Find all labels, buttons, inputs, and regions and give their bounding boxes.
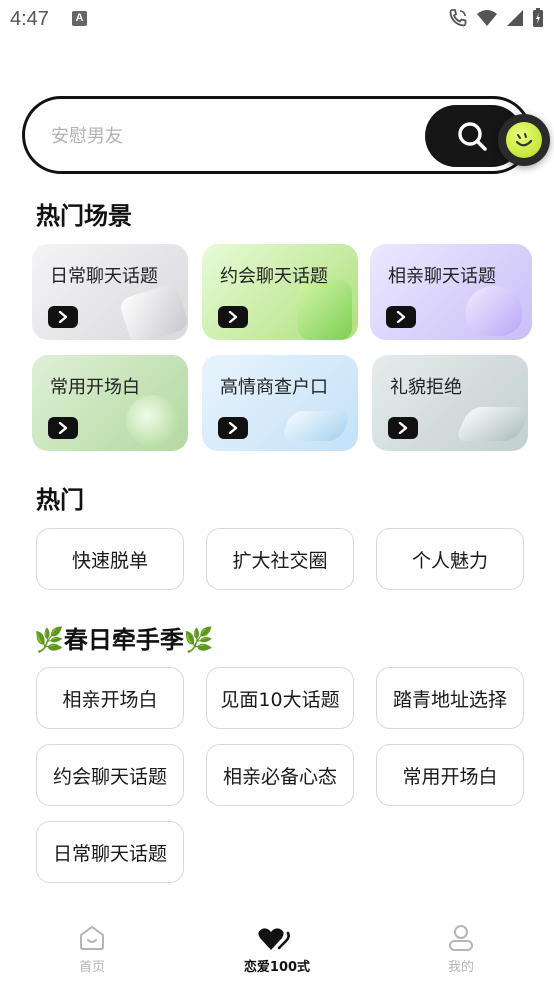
battery-charging-icon <box>533 8 543 27</box>
spring-chip[interactable]: 约会聊天话题 <box>36 744 184 806</box>
scene-card-label: 约会聊天话题 <box>220 266 328 287</box>
scene-card-label: 高情商查户口 <box>220 377 328 398</box>
user-icon <box>449 925 473 951</box>
shapes-decoration <box>454 407 528 441</box>
scene-card-polite-decline[interactable]: 礼貌拒绝 <box>372 355 528 451</box>
status-time: 4:47 <box>10 8 49 30</box>
notification-icon: A <box>72 11 87 26</box>
spring-chip[interactable]: 踏青地址选择 <box>376 667 524 729</box>
arrow-right-icon <box>388 417 418 439</box>
scene-card-daily-chat[interactable]: 日常聊天话题 <box>32 244 188 340</box>
nav-love100[interactable]: 恋爱100式 <box>232 924 322 980</box>
spring-chip[interactable]: 相亲开场白 <box>36 667 184 729</box>
smiley-face-icon <box>506 122 542 158</box>
hearts-icon <box>258 928 290 950</box>
scenes-title: 热门场景 <box>36 202 132 230</box>
arrow-right-icon <box>218 306 248 328</box>
home-icon <box>80 925 104 950</box>
scene-card-label: 礼貌拒绝 <box>390 377 462 398</box>
search-bar <box>22 96 532 174</box>
nav-mine-label: 我的 <box>447 960 474 975</box>
hot-chip[interactable]: 个人魅力 <box>376 528 524 590</box>
chat-bubble-decoration <box>118 281 188 340</box>
scene-card-label: 日常聊天话题 <box>50 266 158 287</box>
status-bar: 4:47 A <box>0 0 554 38</box>
nav-love100-label: 恋爱100式 <box>243 960 311 975</box>
signal-icon <box>507 10 523 26</box>
scene-card-eq-background-check[interactable]: 高情商查户口 <box>202 355 358 451</box>
spring-chip[interactable]: 日常聊天话题 <box>36 821 184 883</box>
nav-home-label: 首页 <box>78 960 105 975</box>
scene-card-opening-lines[interactable]: 常用开场白 <box>32 355 188 451</box>
nav-mine[interactable]: 我的 <box>416 924 506 980</box>
wifi-icon <box>477 10 497 26</box>
scene-card-blind-date-chat[interactable]: 相亲聊天话题 <box>370 244 532 340</box>
bottom-nav: 首页 恋爱100式 我的 <box>0 916 554 984</box>
status-icons <box>448 8 544 28</box>
spring-chip[interactable]: 常用开场白 <box>376 744 524 806</box>
nav-home[interactable]: 首页 <box>47 924 137 980</box>
scene-card-label: 常用开场白 <box>50 377 140 398</box>
arrow-right-icon <box>48 417 78 439</box>
arrow-right-icon <box>48 306 78 328</box>
hot-chip[interactable]: 快速脱单 <box>36 528 184 590</box>
scene-card-date-chat[interactable]: 约会聊天话题 <box>202 244 358 340</box>
wifi-calling-icon <box>449 9 467 27</box>
book-decoration <box>298 280 352 340</box>
hot-chip[interactable]: 扩大社交圈 <box>206 528 354 590</box>
heart-decoration <box>466 286 522 336</box>
bubble-decoration <box>126 395 178 447</box>
spring-chip[interactable]: 见面10大话题 <box>206 667 354 729</box>
spring-title: 🌿春日牵手季🌿 <box>34 626 214 654</box>
arrow-right-icon <box>218 417 248 439</box>
arrow-right-icon <box>386 306 416 328</box>
search-icon <box>458 122 487 151</box>
hot-title: 热门 <box>36 486 84 514</box>
glass-block-decoration <box>280 411 352 441</box>
assistant-avatar[interactable] <box>498 114 550 166</box>
search-input[interactable] <box>51 121 411 151</box>
scene-card-label: 相亲聊天话题 <box>388 266 496 287</box>
spring-chip[interactable]: 相亲必备心态 <box>206 744 354 806</box>
